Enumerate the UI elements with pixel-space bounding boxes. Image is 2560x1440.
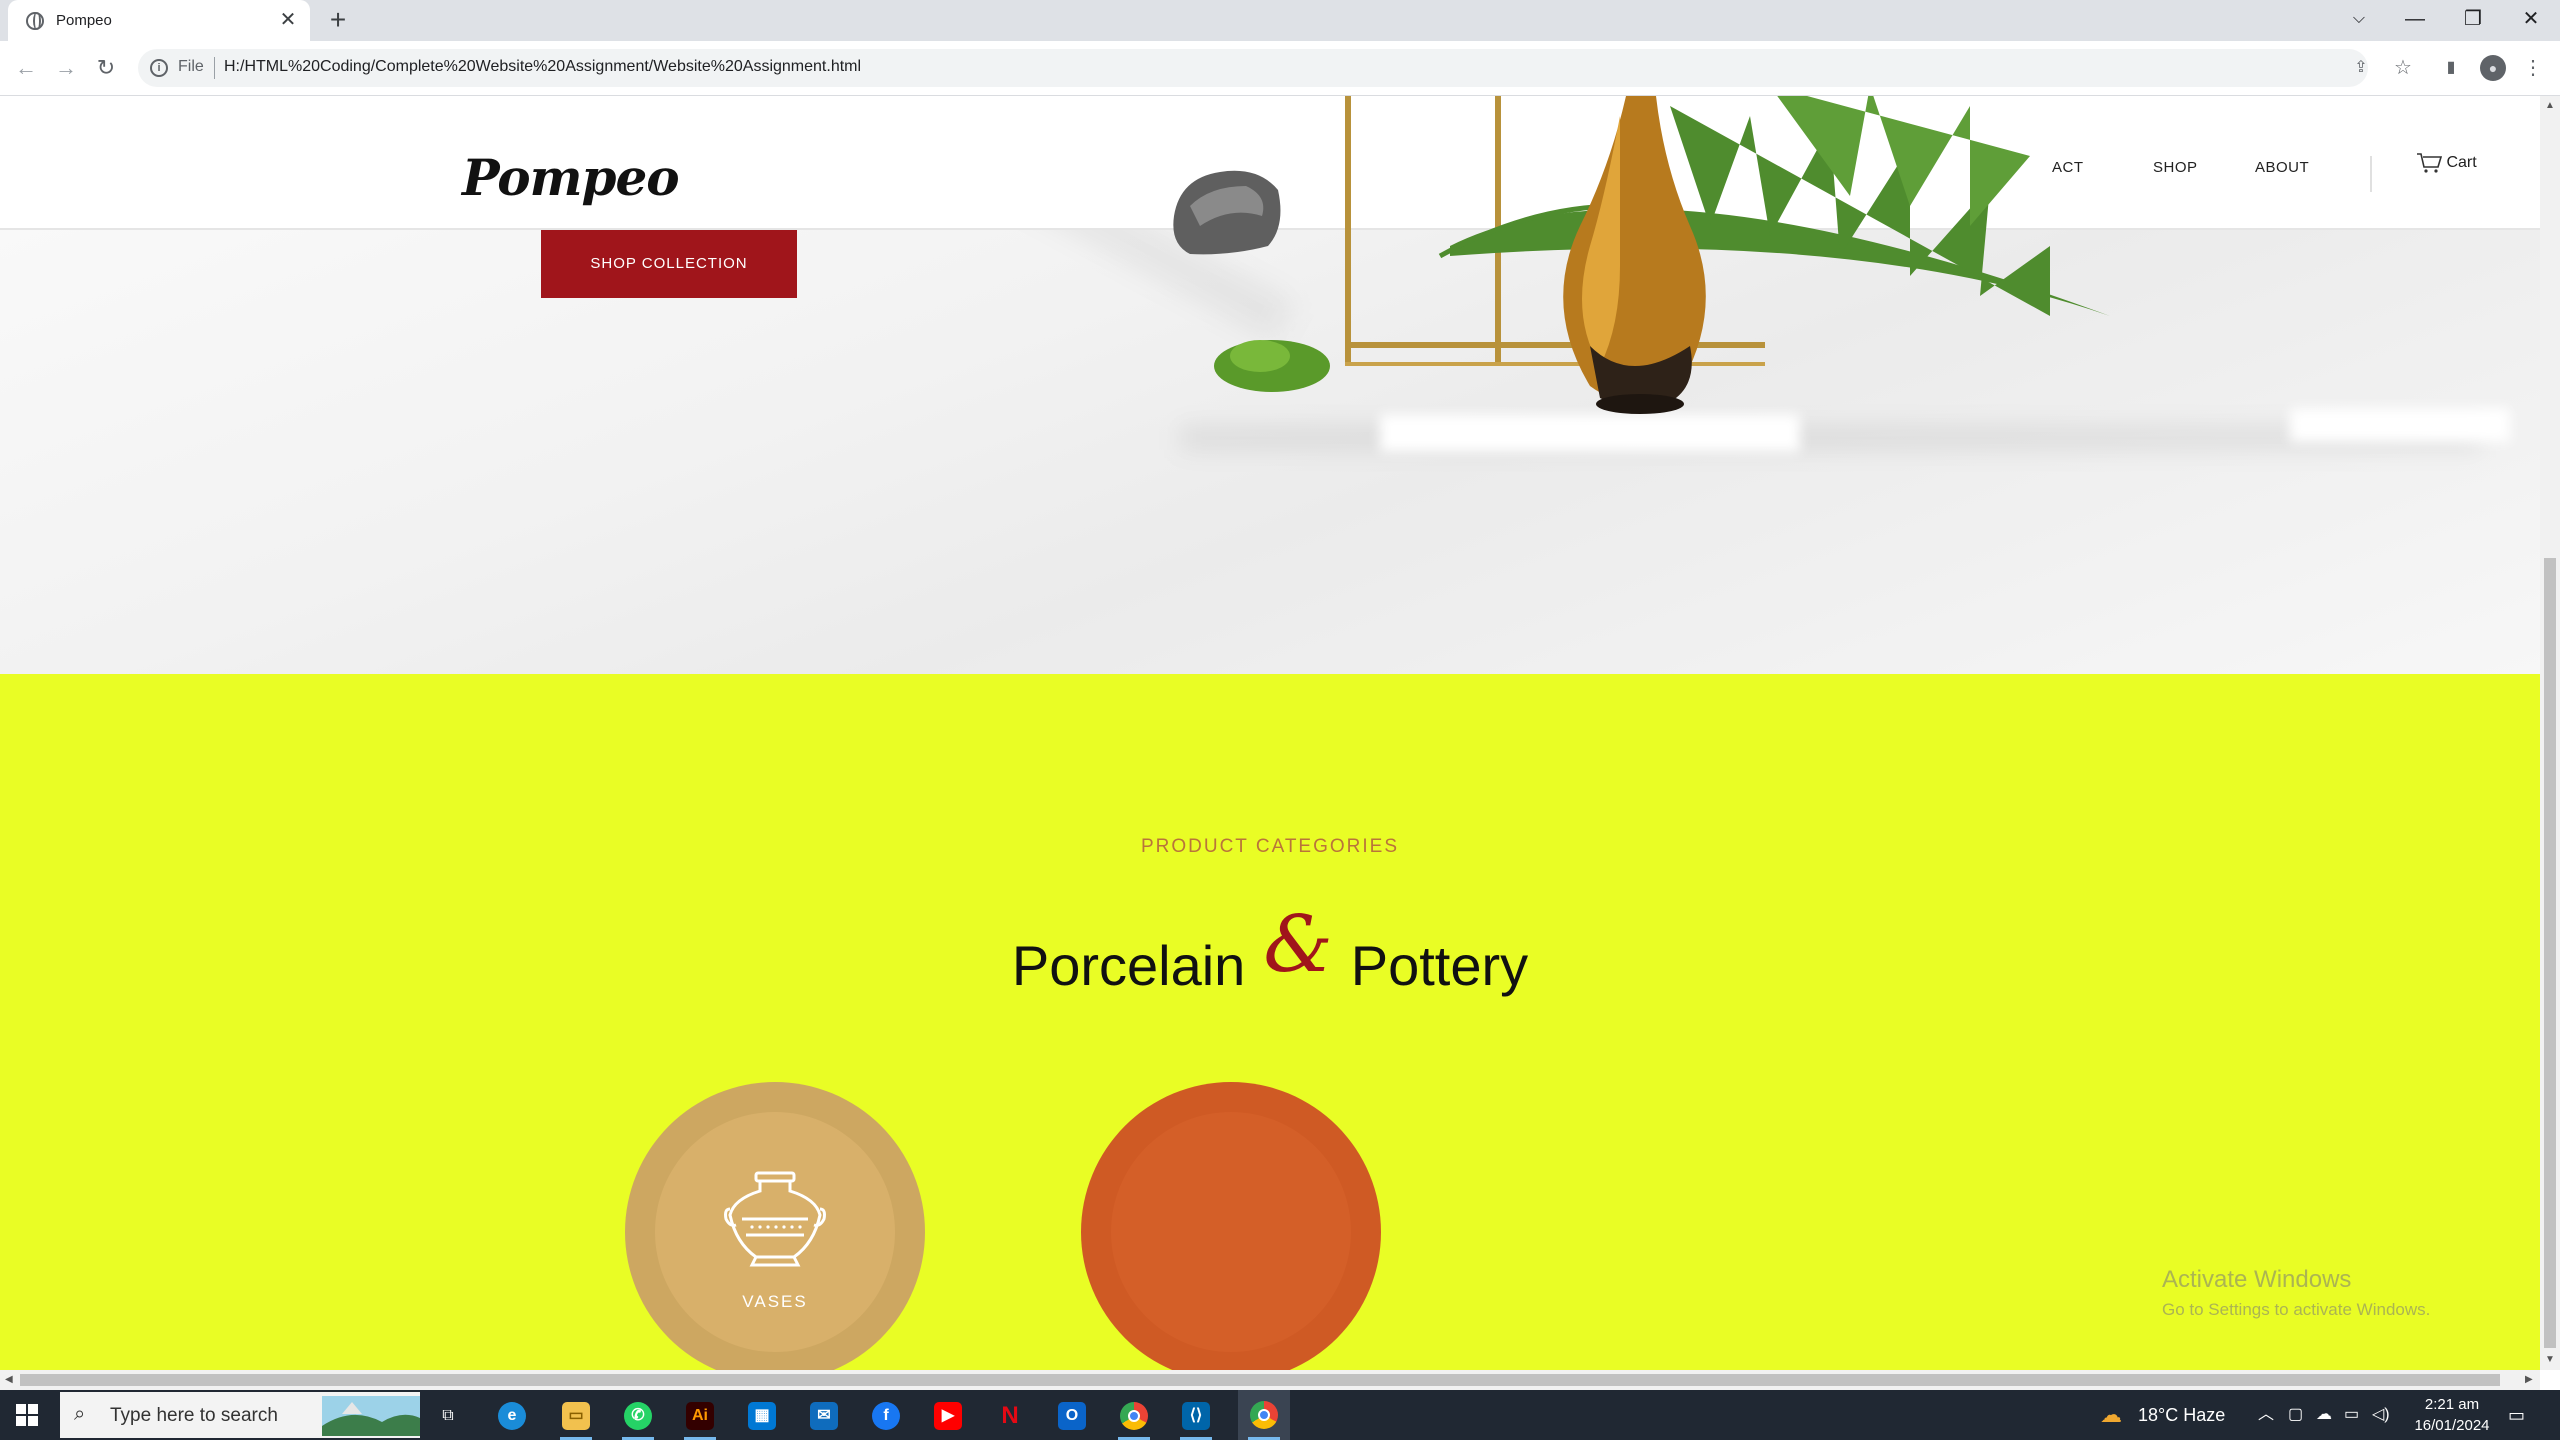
- illustrator-icon[interactable]: Ai: [680, 1396, 720, 1440]
- product-categories-section: PRODUCT CATEGORIES Porcelain & Pottery V…: [0, 674, 2540, 1370]
- windows-taskbar: ⌕ Type here to search ⧉ e ▭ ✆ Ai ▦ ✉ f ▶…: [0, 1390, 2560, 1440]
- restore-button[interactable]: ❐: [2444, 0, 2502, 41]
- taskbar-search[interactable]: ⌕ Type here to search: [60, 1392, 420, 1438]
- task-view-icon[interactable]: ⧉: [428, 1396, 468, 1436]
- vscode-icon[interactable]: ⟨⟩: [1176, 1396, 1216, 1440]
- nav-link-about[interactable]: ABOUT: [2255, 159, 2309, 176]
- profile-avatar[interactable]: ●: [2480, 55, 2506, 81]
- tab-strip: Pompeo ✕ + ⌵ — ❐ ✕: [0, 0, 2560, 41]
- chrome-icon[interactable]: [1114, 1396, 1154, 1440]
- microsoft-store-icon[interactable]: ▦: [742, 1396, 782, 1436]
- cart-label: Cart: [2446, 154, 2477, 172]
- search-placeholder: Type here to search: [110, 1405, 278, 1426]
- browser-menu-icon[interactable]: ⋮: [2520, 55, 2546, 81]
- side-panel-icon[interactable]: ▮: [2438, 55, 2464, 81]
- chrome-active-icon[interactable]: [1238, 1390, 1290, 1440]
- nav-divider: [2370, 156, 2372, 192]
- horizontal-scroll-thumb[interactable]: [20, 1374, 2500, 1386]
- edge-icon[interactable]: e: [492, 1396, 532, 1436]
- scroll-up-arrow[interactable]: ▲: [2545, 100, 2555, 111]
- show-hidden-icons-icon[interactable]: ︿: [2258, 1390, 2274, 1440]
- clock-date: 16/01/2024: [2414, 1417, 2490, 1434]
- activate-windows-watermark: Activate Windows Go to Settings to activ…: [2162, 1266, 2430, 1320]
- scroll-down-arrow[interactable]: ▼: [2545, 1354, 2555, 1365]
- shop-collection-button[interactable]: SHOP COLLECTION: [541, 230, 797, 298]
- notifications-icon[interactable]: ▭: [2508, 1390, 2525, 1440]
- heading-ampersand: &: [1263, 900, 1333, 990]
- url-text[interactable]: H:/HTML%20Coding/Complete%20Website%20As…: [224, 58, 861, 76]
- search-icon: ⌕: [74, 1403, 86, 1425]
- vase-icon: [724, 1171, 826, 1267]
- tab-search-button[interactable]: ⌵: [2330, 0, 2388, 41]
- globe-icon: [26, 12, 44, 30]
- back-button[interactable]: ←: [12, 54, 40, 82]
- section-kicker: PRODUCT CATEGORIES: [1140, 836, 1400, 857]
- category-second[interactable]: [1081, 1082, 1381, 1370]
- netflix-icon[interactable]: N: [990, 1396, 1030, 1436]
- tab-title: Pompeo: [56, 12, 112, 29]
- cart-icon: [2417, 153, 2442, 173]
- whatsapp-icon[interactable]: ✆: [618, 1396, 658, 1440]
- page-viewport: Pompeo ACT SHOP ABOUT Cart SHOP COLLECTI…: [0, 96, 2540, 1370]
- outlook-icon[interactable]: O: [1052, 1396, 1092, 1436]
- category-label: VASES: [742, 1292, 808, 1311]
- nav-link-shop[interactable]: SHOP: [2153, 159, 2198, 176]
- bookmark-star-icon[interactable]: ☆: [2390, 55, 2416, 81]
- hero-highlight: [2290, 408, 2510, 442]
- horizontal-scrollbar[interactable]: ◀ ▶: [0, 1370, 2540, 1390]
- weather-text[interactable]: 18°C Haze: [2138, 1390, 2225, 1440]
- meet-now-icon[interactable]: ▢: [2288, 1390, 2303, 1440]
- new-tab-button[interactable]: +: [322, 4, 354, 36]
- share-icon[interactable]: ⇪: [2348, 55, 2374, 81]
- network-icon[interactable]: ▭: [2344, 1390, 2359, 1440]
- address-bar[interactable]: i File H:/HTML%20Coding/Complete%20Websi…: [138, 49, 2368, 87]
- mail-icon[interactable]: ✉: [804, 1396, 844, 1436]
- browser-toolbar: ← → ↻ i File H:/HTML%20Coding/Complete%2…: [0, 41, 2560, 96]
- watermark-subtitle: Go to Settings to activate Windows.: [2162, 1300, 2431, 1319]
- info-icon[interactable]: i: [150, 59, 168, 77]
- forward-button[interactable]: →: [52, 54, 80, 82]
- windows-start-icon[interactable]: [16, 1404, 38, 1426]
- system-clock[interactable]: 2:21 am 16/01/2024: [2400, 1394, 2504, 1436]
- weather-icon[interactable]: ☁: [2100, 1390, 2122, 1440]
- hero-section: Pompeo ACT SHOP ABOUT Cart SHOP COLLECTI…: [0, 96, 2540, 674]
- minimize-button[interactable]: —: [2386, 0, 2444, 41]
- browser-tab[interactable]: Pompeo ✕: [8, 0, 310, 41]
- category-circle-inner: [1111, 1112, 1351, 1352]
- section-heading: Porcelain & Pottery: [0, 900, 2540, 1004]
- onedrive-icon[interactable]: ☁: [2316, 1390, 2332, 1440]
- vertical-scrollbar[interactable]: ▲ ▼: [2540, 96, 2560, 1370]
- clock-time: 2:21 am: [2424, 1396, 2480, 1413]
- site-logo[interactable]: Pompeo: [462, 148, 680, 207]
- hero-product-image: [1173, 96, 2110, 414]
- file-chip: File: [178, 58, 204, 75]
- volume-icon[interactable]: ◁): [2372, 1390, 2390, 1440]
- reload-button[interactable]: ↻: [92, 54, 120, 82]
- search-highlight-image: [322, 1396, 420, 1436]
- tab-close-button[interactable]: ✕: [276, 8, 300, 32]
- facebook-icon[interactable]: f: [866, 1396, 906, 1436]
- watermark-title: Activate Windows: [2162, 1266, 2352, 1293]
- nav-link-contact[interactable]: ACT: [2052, 159, 2084, 176]
- divider: [214, 57, 215, 79]
- heading-left: Porcelain: [1011, 934, 1246, 997]
- close-window-button[interactable]: ✕: [2502, 0, 2560, 41]
- scroll-right-arrow[interactable]: ▶: [2525, 1374, 2533, 1385]
- cart-link[interactable]: Cart: [2416, 152, 2477, 174]
- category-vases[interactable]: VASES: [625, 1082, 925, 1370]
- scroll-left-arrow[interactable]: ◀: [5, 1374, 13, 1385]
- heading-right: Pottery: [1350, 934, 1529, 997]
- youtube-icon[interactable]: ▶: [928, 1396, 968, 1436]
- vertical-scroll-thumb[interactable]: [2544, 558, 2556, 1348]
- file-explorer-icon[interactable]: ▭: [556, 1396, 596, 1440]
